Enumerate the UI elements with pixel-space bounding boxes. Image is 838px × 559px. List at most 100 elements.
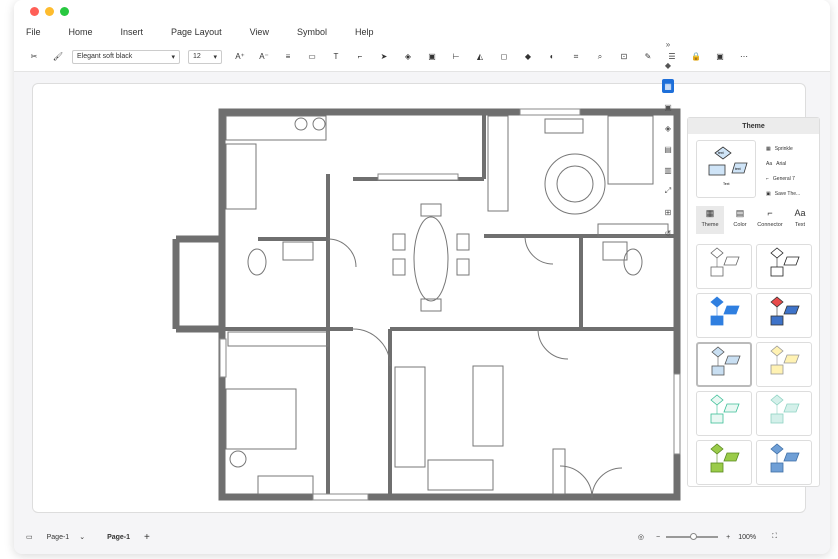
tab-text[interactable]: Aa Text <box>786 206 814 234</box>
menu-view[interactable]: View <box>250 27 269 37</box>
image-icon[interactable]: ▣ <box>662 100 674 114</box>
swatch-diagram <box>711 346 741 376</box>
side-rail: » ◆ ▦ ▣ ◈ ▤ ▥ ⤢ ⊞ ↺ <box>661 37 675 407</box>
increase-font-icon[interactable]: A⁺ <box>230 47 250 67</box>
find-replace-icon[interactable]: ⊡ <box>614 47 634 67</box>
zoom-out-icon[interactable]: − <box>656 534 660 541</box>
collapse-icon[interactable]: » <box>662 37 674 51</box>
shape-style-icon[interactable]: ◐ <box>542 47 562 67</box>
fill-icon[interactable]: ◆ <box>662 58 674 72</box>
format-painter-icon[interactable]: 🖌 <box>48 47 68 67</box>
chevron-down-icon[interactable]: ⌄ <box>79 533 85 541</box>
tab-connector[interactable]: ⌐ Connector <box>756 206 784 234</box>
swatch-diagram <box>770 296 800 326</box>
group-icon[interactable]: ▣ <box>422 47 442 67</box>
swatch-diagram <box>770 443 800 473</box>
menu-insert[interactable]: Insert <box>121 27 144 37</box>
rectangle-icon[interactable]: ▭ <box>302 47 322 67</box>
text-icon[interactable]: T <box>326 47 346 67</box>
frame-icon[interactable]: ▣ <box>710 47 730 67</box>
theme-swatch[interactable] <box>696 293 752 338</box>
fullscreen-icon[interactable]: ⛶ <box>772 533 777 541</box>
option-connector[interactable]: ⌐ General 7 <box>766 172 800 187</box>
menu-symbol[interactable]: Symbol <box>297 27 327 37</box>
theme-swatch[interactable] <box>756 440 812 485</box>
theme-swatch[interactable] <box>696 244 752 289</box>
menu-help[interactable]: Help <box>355 27 374 37</box>
page-select[interactable]: Page-1 <box>47 534 70 541</box>
swatch-diagram <box>770 247 800 277</box>
tab-theme[interactable]: ▦ Theme <box>696 206 724 234</box>
crop-icon[interactable]: ⌗ <box>566 47 586 67</box>
page-panel-icon[interactable]: ▭ <box>26 533 33 541</box>
theme-swatch[interactable] <box>696 342 752 387</box>
zoom-slider[interactable] <box>666 533 719 540</box>
align-icon[interactable]: ≡ <box>278 47 298 67</box>
history-icon[interactable]: ↺ <box>662 226 674 240</box>
option-save[interactable]: ▣ Save The... <box>766 187 800 202</box>
theme-icon[interactable]: ▦ <box>662 79 674 93</box>
theme-swatch[interactable] <box>696 440 752 485</box>
flip-icon[interactable]: ◭ <box>470 47 490 67</box>
add-page-icon[interactable]: + <box>144 532 150 543</box>
zoom-slider-handle[interactable] <box>690 533 698 540</box>
status-bar: ▭ Page-1 ⌄ Page-1 + ◎ − + 100% ⛶ <box>14 526 830 548</box>
expand-icon[interactable]: ⤢ <box>662 184 674 198</box>
theme-options: ▦ Sprinkle Aa Arial ⌐ General 7 ▣ Save The..… <box>766 142 800 202</box>
option-font[interactable]: Aa Arial <box>766 157 800 172</box>
decrease-font-icon[interactable]: A⁻ <box>254 47 274 67</box>
close-window-button[interactable] <box>30 7 39 16</box>
preview-label-1: text <box>718 151 724 155</box>
font-family-value: Elegant soft black <box>77 53 133 60</box>
theme-preview[interactable]: text text Text <box>696 140 756 198</box>
menu-page-layout[interactable]: Page Layout <box>171 27 222 37</box>
cut-icon[interactable]: ✂ <box>24 47 44 67</box>
play-icon[interactable]: ◎ <box>638 533 644 541</box>
sprinkle-icon: ▦ <box>766 146 771 152</box>
zoom-in-icon[interactable]: + <box>726 534 730 541</box>
theme-swatch[interactable] <box>756 342 812 387</box>
connector-icon: ⌐ <box>767 208 773 218</box>
lock-icon[interactable]: 🔒 <box>686 47 706 67</box>
theme-swatch[interactable] <box>696 391 752 436</box>
connector-icon[interactable]: ⌐ <box>350 47 370 67</box>
tab-label: Connector <box>757 222 783 228</box>
data-icon[interactable]: ▥ <box>662 163 674 177</box>
minimize-window-button[interactable] <box>45 7 54 16</box>
pointer-icon[interactable]: ➤ <box>374 47 394 67</box>
layers-icon[interactable]: ◈ <box>662 121 674 135</box>
option-sprinkle[interactable]: ▦ Sprinkle <box>766 142 800 157</box>
option-label: General 7 <box>772 176 795 182</box>
size-icon[interactable]: ◻ <box>494 47 514 67</box>
preview-diagram: text text Text <box>708 146 748 186</box>
outer-wall <box>218 108 681 501</box>
line-color-icon[interactable]: ✎ <box>638 47 658 67</box>
align-left-icon[interactable]: ⊢ <box>446 47 466 67</box>
font-size-select[interactable]: 12 ▾ <box>188 49 222 64</box>
zoom-level[interactable]: 100% <box>738 534 756 541</box>
option-label: Arial <box>776 161 787 167</box>
more-icon[interactable]: ⋯ <box>734 47 754 67</box>
menu-file[interactable]: File <box>26 27 41 37</box>
swatch-diagram <box>770 345 800 375</box>
swatch-diagram <box>710 296 740 326</box>
menu-home[interactable]: Home <box>69 27 93 37</box>
theme-swatch[interactable] <box>756 293 812 338</box>
search-icon[interactable]: ⌕ <box>590 47 610 67</box>
chevron-down-icon: ▾ <box>171 53 175 61</box>
text-icon: Aa <box>794 208 806 218</box>
font-family-select[interactable]: Elegant soft black ▾ <box>72 49 180 64</box>
fill-icon[interactable]: ◆ <box>518 47 538 67</box>
theme-swatch[interactable] <box>756 391 812 436</box>
maximize-window-button[interactable] <box>60 7 69 16</box>
theme-swatch[interactable] <box>756 244 812 289</box>
save-icon: ▣ <box>766 191 771 197</box>
tab-color[interactable]: ▤ Color <box>726 206 754 234</box>
present-icon[interactable]: ⊞ <box>662 205 674 219</box>
preview-label-3: Text <box>723 182 729 186</box>
option-label: Save The... <box>774 191 801 197</box>
page-tab[interactable]: Page-1 <box>107 534 130 541</box>
option-label: Sprinkle <box>774 146 793 152</box>
layers-icon[interactable]: ◈ <box>398 47 418 67</box>
page-icon[interactable]: ▤ <box>662 142 674 156</box>
